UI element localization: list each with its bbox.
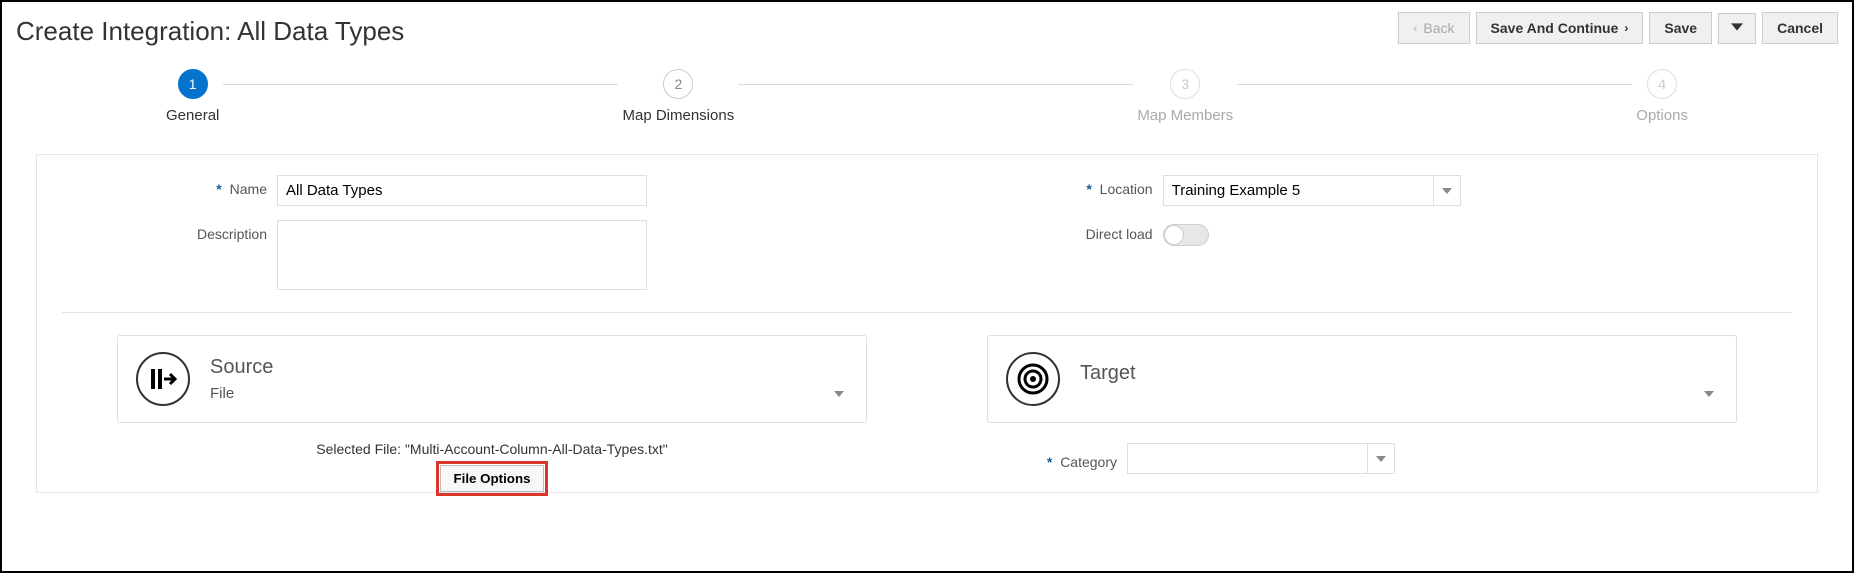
step-circle: 3 [1170,69,1200,99]
action-bar: ‹ Back Save And Continue › Save Cancel [1398,12,1838,44]
page-title: Create Integration: All Data Types [16,16,404,47]
source-panel: Source File [117,335,867,423]
target-icon [1006,352,1060,406]
file-options-button[interactable]: File Options [440,465,543,492]
caret-down-icon [1731,21,1743,33]
step-line [1237,84,1632,85]
target-title: Target [1080,362,1718,385]
cancel-label: Cancel [1777,20,1823,36]
category-combo [1127,443,1395,474]
location-field: * Location [953,175,1779,206]
save-and-continue-button[interactable]: Save And Continue › [1476,12,1644,44]
location-dropdown-button[interactable] [1433,175,1461,206]
cancel-button[interactable]: Cancel [1762,12,1838,44]
location-combo [1163,175,1461,206]
step-map-members: 3 Map Members [1137,69,1233,124]
description-label: Description [67,220,267,242]
caret-down-icon [1704,391,1714,397]
source-below: Selected File: "Multi-Account-Column-All… [117,433,867,492]
save-label: Save [1664,20,1697,36]
form-col-right: * Location Direct load [953,175,1779,290]
step-options: 4 Options [1636,69,1688,124]
step-label: Map Dimensions [622,107,734,124]
caret-down-icon [1442,186,1452,196]
selected-file-name: "Multi-Account-Column-All-Data-Types.txt… [405,441,668,457]
back-label: Back [1423,20,1454,36]
step-line [738,84,1133,85]
source-icon [136,352,190,406]
required-icon: * [216,181,221,197]
target-below: * Category [987,433,1737,492]
chevron-right-icon: › [1624,21,1628,35]
divider [62,312,1792,313]
step-map-dimensions[interactable]: 2 Map Dimensions [622,69,734,124]
stepper: 1 General 2 Map Dimensions 3 Map Members… [16,69,1838,124]
selected-file-text: Selected File: "Multi-Account-Column-All… [117,441,867,457]
source-select[interactable]: File [210,385,848,402]
name-input[interactable] [277,175,647,206]
location-input[interactable] [1163,175,1433,206]
location-label: * Location [953,175,1153,197]
step-circle: 2 [663,69,693,99]
chevron-left-icon: ‹ [1413,21,1417,35]
name-label: * Name [67,175,267,197]
direct-load-toggle[interactable] [1163,224,1209,246]
step-label: Options [1636,107,1688,124]
topbar: Create Integration: All Data Types ‹ Bac… [16,12,1838,47]
description-input[interactable] [277,220,647,290]
category-label-text: Category [1060,454,1117,470]
required-icon: * [1086,181,1091,197]
form-col-left: * Name Description [67,175,893,290]
direct-load-label: Direct load [953,220,1153,242]
step-general[interactable]: 1 General [166,69,219,124]
name-field: * Name [67,175,893,206]
selected-file-prefix: Selected File: [316,441,405,457]
source-value: File [210,385,234,402]
bullseye-icon [1016,362,1050,396]
category-field: * Category [987,443,1737,474]
step-line [223,84,618,85]
direct-load-field: Direct load [953,220,1779,246]
step-label: General [166,107,219,124]
step-circle: 1 [178,69,208,99]
category-label: * Category [987,448,1117,470]
target-select[interactable] [1080,391,1718,397]
target-panel: Target [987,335,1737,423]
toggle-knob [1164,225,1184,245]
caret-down-icon [834,391,844,397]
save-and-continue-label: Save And Continue [1491,20,1619,36]
form-wrap: * Name Description * Location [36,154,1818,493]
source-body: Source File [210,356,848,402]
export-icon [148,364,178,394]
caret-down-icon [1376,454,1386,464]
save-dropdown-button[interactable] [1718,13,1756,44]
target-body: Target [1080,362,1718,397]
back-button[interactable]: ‹ Back [1398,12,1469,44]
required-icon: * [1047,454,1052,470]
save-button[interactable]: Save [1649,12,1712,44]
category-input[interactable] [1127,443,1367,474]
source-title: Source [210,356,848,379]
page-container: Create Integration: All Data Types ‹ Bac… [0,0,1854,573]
step-circle: 4 [1647,69,1677,99]
location-label-text: Location [1100,181,1153,197]
form-top-row: * Name Description * Location [37,175,1817,290]
name-label-text: Name [230,181,267,197]
category-dropdown-button[interactable] [1367,443,1395,474]
description-field: Description [67,220,893,290]
panels-row: Source File Target [37,335,1817,423]
below-panels: Selected File: "Multi-Account-Column-All… [37,423,1817,492]
step-label: Map Members [1137,107,1233,124]
